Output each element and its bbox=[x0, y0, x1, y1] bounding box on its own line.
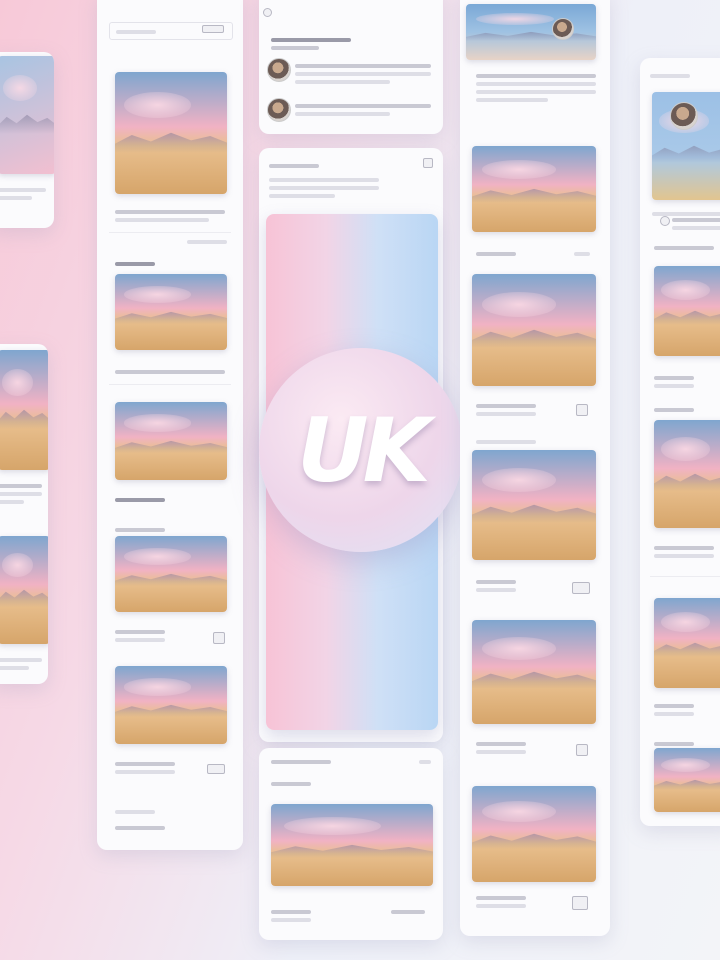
feed-column-3 bbox=[460, 0, 610, 936]
post-image[interactable] bbox=[115, 274, 227, 350]
post-image[interactable] bbox=[472, 146, 596, 232]
post-image[interactable] bbox=[472, 450, 596, 560]
logo-text: UK bbox=[297, 398, 431, 502]
post-image[interactable] bbox=[472, 620, 596, 724]
landscape-image bbox=[0, 56, 54, 174]
feed-column-4 bbox=[640, 58, 720, 826]
image-icon[interactable] bbox=[572, 896, 588, 910]
post-image[interactable] bbox=[466, 4, 596, 60]
image-icon[interactable] bbox=[576, 404, 588, 416]
post-image[interactable] bbox=[654, 598, 720, 688]
post-image[interactable] bbox=[115, 72, 227, 194]
post-image[interactable] bbox=[271, 804, 433, 886]
post-image[interactable] bbox=[654, 748, 720, 812]
share-icon[interactable] bbox=[423, 158, 433, 168]
image-icon[interactable] bbox=[207, 764, 225, 774]
landscape-image bbox=[0, 536, 48, 644]
post-image[interactable] bbox=[115, 666, 227, 744]
comments-card bbox=[259, 0, 443, 134]
post-image[interactable] bbox=[472, 274, 596, 386]
post-image[interactable] bbox=[115, 402, 227, 480]
logo: UK bbox=[259, 348, 463, 552]
avatar[interactable] bbox=[670, 102, 698, 130]
landscape-image bbox=[0, 350, 48, 470]
search-icon[interactable] bbox=[202, 25, 224, 33]
post-card bbox=[259, 748, 443, 940]
avatar[interactable] bbox=[552, 18, 574, 40]
search-input[interactable] bbox=[109, 22, 233, 40]
share-icon[interactable] bbox=[213, 632, 225, 644]
post-image[interactable] bbox=[654, 420, 720, 528]
left-edge-card-top bbox=[0, 52, 54, 228]
avatar[interactable] bbox=[267, 98, 291, 122]
post-image[interactable] bbox=[115, 536, 227, 612]
post-image[interactable] bbox=[654, 266, 720, 356]
feed-column-1 bbox=[97, 0, 243, 850]
avatar[interactable] bbox=[267, 58, 291, 82]
left-edge-card-bottom bbox=[0, 344, 48, 684]
share-icon[interactable] bbox=[576, 744, 588, 756]
post-image[interactable] bbox=[472, 786, 596, 882]
image-icon[interactable] bbox=[572, 582, 590, 594]
